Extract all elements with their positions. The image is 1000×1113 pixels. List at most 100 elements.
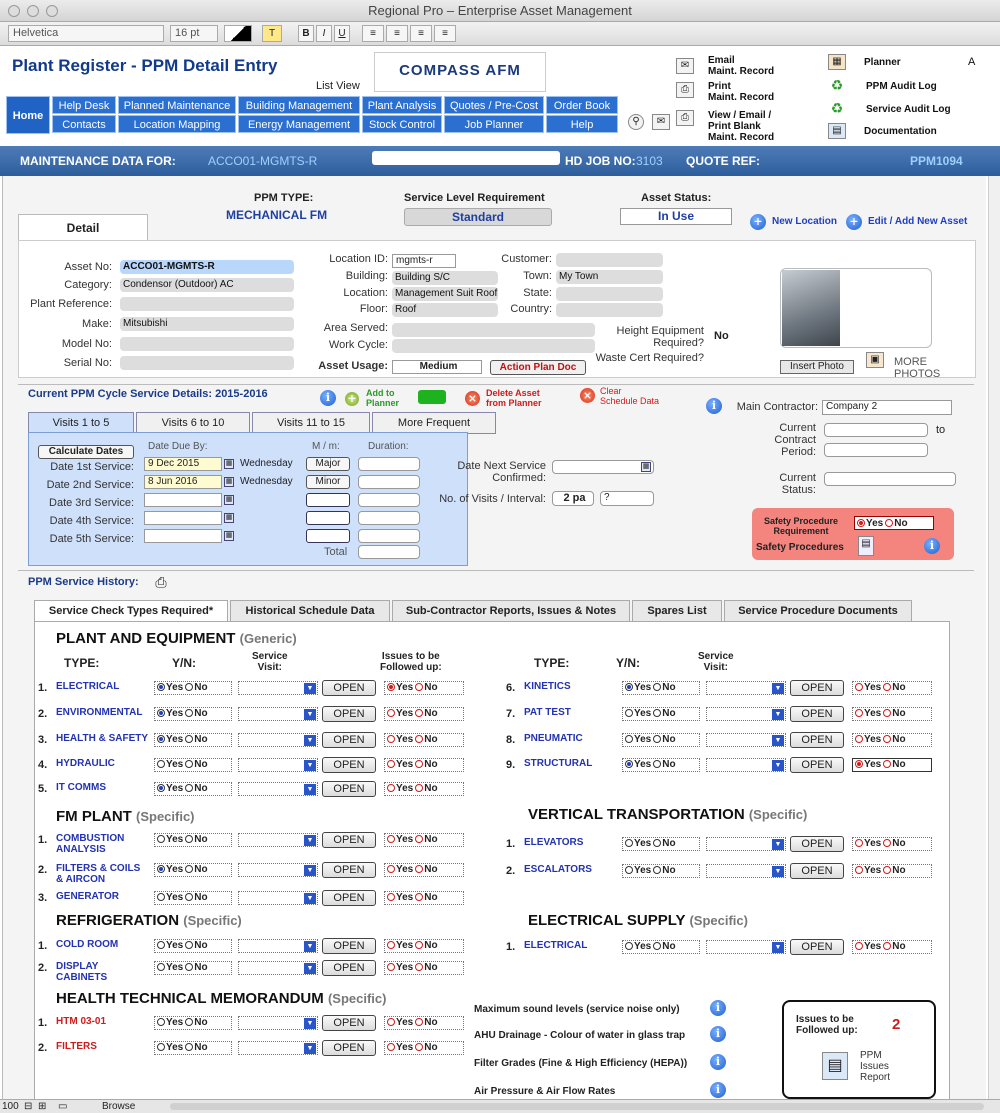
delete-asset-link[interactable]: Delete Asset from Planner: [486, 388, 542, 408]
open-button[interactable]: OPEN: [790, 680, 844, 696]
visits-field[interactable]: 2 pa: [552, 491, 594, 506]
calculate-dates-button[interactable]: Calculate Dates: [38, 445, 134, 459]
total-field[interactable]: [358, 545, 420, 559]
service-visit-select[interactable]: ▼: [238, 891, 318, 905]
service-visit-select[interactable]: ▼: [238, 1016, 318, 1030]
service-visit-select[interactable]: ▼: [238, 733, 318, 747]
ppm-issues-report-link[interactable]: PPM Issues Report: [860, 1050, 890, 1083]
service-visit-select[interactable]: ▼: [238, 758, 318, 772]
service-visit-select[interactable]: ▼: [706, 758, 786, 772]
yes-no-radio[interactable]: Yes No: [154, 681, 232, 695]
building-field[interactable]: Building S/C: [392, 271, 498, 285]
align-justify-icon[interactable]: ≡: [434, 25, 456, 42]
more-photos-link[interactable]: MORE PHOTOS: [894, 356, 940, 380]
service-visit-select[interactable]: ▼: [706, 940, 786, 954]
service-visit-select[interactable]: ▼: [706, 681, 786, 695]
issues-yes-no-radio[interactable]: Yes No: [384, 782, 464, 796]
font-size-select[interactable]: 16 pt: [170, 25, 218, 42]
yes-no-radio[interactable]: Yes No: [622, 758, 700, 772]
search-icon[interactable]: ⚲: [628, 114, 644, 130]
tab-subcontractor-reports[interactable]: Sub-Contractor Reports, Issues & Notes: [392, 600, 630, 622]
underline-button[interactable]: U: [334, 25, 350, 42]
issues-yes-no-radio[interactable]: Yes No: [384, 707, 464, 721]
issues-yes-no-radio[interactable]: Yes No: [384, 961, 464, 975]
nav-location-mapping[interactable]: Location Mapping: [118, 115, 236, 133]
email-icon[interactable]: ✉: [652, 114, 670, 130]
issues-yes-no-radio[interactable]: Yes No: [852, 733, 932, 747]
contract-start-field[interactable]: [824, 423, 928, 437]
highlight-button[interactable]: T: [262, 25, 282, 42]
calendar-icon[interactable]: ▦: [224, 477, 234, 487]
location-id-field[interactable]: mgmts-r: [392, 254, 456, 268]
home-button[interactable]: Home: [6, 96, 50, 134]
yes-no-radio[interactable]: Yes No: [622, 940, 700, 954]
issues-yes-no-radio[interactable]: Yes No: [384, 758, 464, 772]
zoom-in-icon[interactable]: ⊞: [38, 1100, 46, 1113]
work-cycle-field[interactable]: [392, 339, 595, 353]
tab-spares-list[interactable]: Spares List: [632, 600, 722, 622]
edit-add-asset-link[interactable]: Edit / Add New Asset: [868, 216, 967, 227]
serial-no-field[interactable]: [120, 356, 294, 370]
info-icon[interactable]: i: [706, 398, 722, 414]
open-button[interactable]: OPEN: [322, 938, 376, 954]
service-visit-select[interactable]: ▼: [238, 833, 318, 847]
asset-usage-select[interactable]: Medium: [392, 360, 482, 374]
nav-help-desk[interactable]: Help Desk: [52, 96, 116, 114]
duration-field[interactable]: [358, 529, 420, 543]
customer-field[interactable]: [556, 253, 663, 267]
nav-order-book[interactable]: Order Book: [546, 96, 618, 114]
info-icon[interactable]: i: [710, 1026, 726, 1042]
yes-no-radio[interactable]: Yes No: [622, 864, 700, 878]
major-minor-button[interactable]: [306, 511, 350, 525]
info-icon[interactable]: i: [710, 1054, 726, 1070]
nav-contacts[interactable]: Contacts: [52, 115, 116, 133]
issues-yes-no-radio[interactable]: Yes No: [852, 940, 932, 954]
calendar-icon[interactable]: ▦: [224, 459, 234, 469]
nav-planned-maintenance[interactable]: Planned Maintenance: [118, 96, 236, 114]
open-button[interactable]: OPEN: [322, 1015, 376, 1031]
align-right-icon[interactable]: ≡: [410, 25, 432, 42]
yes-no-radio[interactable]: Yes No: [622, 681, 700, 695]
info-icon[interactable]: i: [924, 538, 940, 554]
current-status-field[interactable]: [824, 472, 956, 486]
zoom-out-icon[interactable]: ⊟: [24, 1100, 32, 1113]
open-button[interactable]: OPEN: [322, 757, 376, 773]
bold-button[interactable]: B: [298, 25, 314, 42]
yes-no-radio[interactable]: Yes No: [154, 1016, 232, 1030]
open-button[interactable]: OPEN: [322, 706, 376, 722]
issues-yes-no-radio[interactable]: Yes No: [384, 939, 464, 953]
yes-no-radio[interactable]: Yes No: [622, 837, 700, 851]
open-button[interactable]: OPEN: [322, 960, 376, 976]
service-visit-select[interactable]: ▼: [238, 707, 318, 721]
duration-field[interactable]: [358, 511, 420, 525]
major-minor-button[interactable]: [306, 529, 350, 543]
open-button[interactable]: OPEN: [790, 732, 844, 748]
issues-yes-no-radio[interactable]: Yes No: [852, 707, 932, 721]
zoom-window-button[interactable]: [46, 5, 58, 17]
yes-no-radio[interactable]: Yes No: [154, 758, 232, 772]
tab-service-check-types[interactable]: Service Check Types Required*: [34, 600, 228, 622]
duration-field[interactable]: [358, 493, 420, 507]
yes-no-radio[interactable]: Yes No: [154, 891, 232, 905]
issues-yes-no-radio[interactable]: Yes No: [384, 863, 464, 877]
email-icon[interactable]: ✉: [676, 58, 694, 74]
service-visit-select[interactable]: ▼: [238, 863, 318, 877]
calendar-icon[interactable]: ▦: [641, 462, 651, 472]
nav-stock-control[interactable]: Stock Control: [362, 115, 442, 133]
asset-no-field[interactable]: ACCO01-MGMTS-R: [120, 260, 294, 274]
tab-service-procedure-docs[interactable]: Service Procedure Documents: [724, 600, 912, 622]
issues-yes-no-radio[interactable]: Yes No: [852, 837, 932, 851]
duration-field[interactable]: [358, 457, 420, 471]
issues-yes-no-radio[interactable]: Yes No: [852, 681, 932, 695]
open-button[interactable]: OPEN: [322, 732, 376, 748]
info-icon[interactable]: i: [710, 1000, 726, 1016]
category-field[interactable]: Condensor (Outdoor) AC: [120, 278, 294, 292]
tab-visits-6-10[interactable]: Visits 6 to 10: [136, 412, 250, 434]
photos-icon[interactable]: ▣: [866, 352, 884, 368]
nav-energy-management[interactable]: Energy Management: [238, 115, 360, 133]
service-audit-log-link[interactable]: Service Audit Log: [866, 104, 951, 115]
vertical-scrollbar[interactable]: [988, 176, 1000, 1099]
contract-end-field[interactable]: [824, 443, 928, 457]
issues-yes-no-radio[interactable]: Yes No: [852, 864, 932, 878]
major-minor-button[interactable]: [306, 493, 350, 507]
